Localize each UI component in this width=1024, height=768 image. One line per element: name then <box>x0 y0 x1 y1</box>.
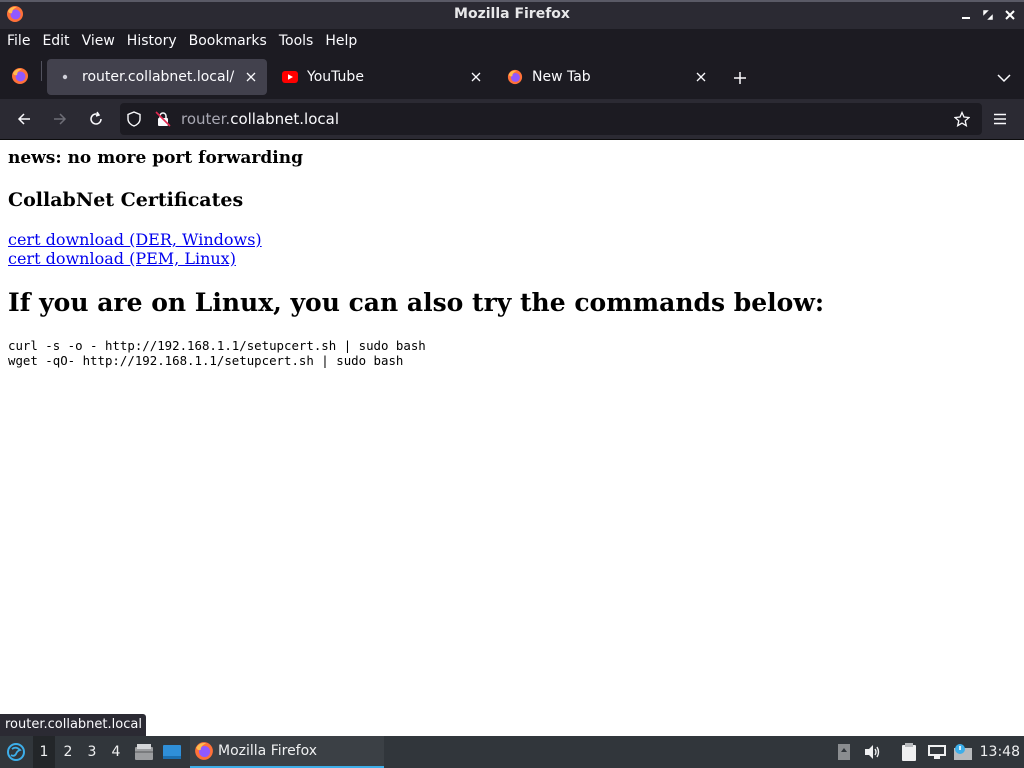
taskbar-task-firefox[interactable]: Mozilla Firefox <box>190 736 384 768</box>
arrow-right-icon <box>54 113 67 125</box>
tab-close-icon[interactable] <box>691 67 711 87</box>
tab-separator <box>41 61 42 81</box>
linux-commands-heading: If you are on Linux, you can also try th… <box>8 288 825 317</box>
chevron-down-icon <box>997 74 1011 83</box>
menu-help[interactable]: Help <box>319 29 363 53</box>
taskbar: 1 2 3 4 Mozilla Firefox 13:48 <box>0 736 1024 768</box>
news-heading: news: no more port forwarding <box>8 148 303 168</box>
der-windows-download-link[interactable]: cert download (DER, Windows) <box>8 230 262 249</box>
dot-icon <box>57 69 73 85</box>
minimize-icon[interactable] <box>958 7 974 23</box>
hamburger-icon <box>994 113 1006 125</box>
url-subdomain: router. <box>181 110 231 128</box>
tab-label: YouTube <box>307 69 364 85</box>
tab-new-tab[interactable]: New Tab <box>497 59 717 95</box>
star-icon[interactable] <box>954 111 970 127</box>
url-bar[interactable]: router.collabnet.local <box>120 103 982 135</box>
workspace-4[interactable]: 4 <box>105 736 127 768</box>
tab-router[interactable]: router.collabnet.local/ <box>47 59 267 95</box>
plus-icon <box>734 72 746 84</box>
url-domain: collabnet.local <box>230 110 340 128</box>
new-tab-button[interactable] <box>728 66 752 90</box>
back-button[interactable] <box>12 107 36 131</box>
clipboard-button[interactable] <box>898 736 920 768</box>
youtube-icon <box>282 69 298 85</box>
wget-command: wget -qO- http://192.168.1.1/setupcert.s… <box>8 353 404 368</box>
forward-button <box>48 107 72 131</box>
tray-scroll-button[interactable] <box>835 736 853 768</box>
update-icon <box>954 744 972 760</box>
navigation-toolbar: router.collabnet.local <box>0 99 1024 140</box>
network-icon <box>928 745 946 759</box>
distro-logo-icon <box>7 743 25 761</box>
maximize-icon[interactable] <box>980 7 996 23</box>
firefox-icon <box>507 69 523 85</box>
certificates-heading: CollabNet Certificates <box>8 189 244 211</box>
curl-command: curl -s -o - http://192.168.1.1/setupcer… <box>8 338 426 353</box>
clock[interactable]: 13:48 <box>980 736 1020 768</box>
list-all-tabs-button[interactable] <box>992 66 1016 90</box>
close-icon[interactable] <box>1002 7 1018 23</box>
menu-file[interactable]: File <box>1 29 36 53</box>
menu-bookmarks[interactable]: Bookmarks <box>183 29 273 53</box>
update-notifier-button[interactable] <box>952 736 974 768</box>
tab-label: router.collabnet.local/ <box>82 69 235 85</box>
window-controls <box>958 0 1018 29</box>
network-button[interactable] <box>926 736 948 768</box>
menu-view[interactable]: View <box>76 29 121 53</box>
firefox-view-button[interactable] <box>8 61 32 91</box>
task-label: Mozilla Firefox <box>218 743 318 759</box>
start-menu-button[interactable] <box>4 736 28 768</box>
url-text[interactable]: router.collabnet.local <box>181 103 339 135</box>
tab-youtube[interactable]: YouTube <box>272 59 492 95</box>
tab-close-icon[interactable] <box>241 67 261 87</box>
reload-icon <box>90 111 102 125</box>
menu-tools[interactable]: Tools <box>273 29 320 53</box>
file-manager-launcher[interactable] <box>133 736 155 768</box>
menu-history[interactable]: History <box>121 29 183 53</box>
arrow-left-icon <box>17 113 30 125</box>
pem-linux-download-link[interactable]: cert download (PEM, Linux) <box>8 249 236 268</box>
file-manager-icon <box>135 744 153 760</box>
window-title: Mozilla Firefox <box>454 6 570 22</box>
tray-arrow-icon <box>838 744 850 760</box>
page-content: news: no more port forwarding CollabNet … <box>0 140 1024 736</box>
window-titlebar: Mozilla Firefox <box>0 0 1024 29</box>
clipboard-icon <box>902 743 916 761</box>
workspace-3[interactable]: 3 <box>81 736 103 768</box>
firefox-icon <box>12 68 28 84</box>
volume-button[interactable] <box>861 736 883 768</box>
reload-button[interactable] <box>84 107 108 131</box>
tab-label: New Tab <box>532 69 591 85</box>
insecure-lock-icon[interactable] <box>155 111 171 127</box>
link-status-panel: router.collabnet.local <box>0 714 146 736</box>
menu-edit[interactable]: Edit <box>36 29 75 53</box>
app-menu-button[interactable] <box>988 107 1012 131</box>
firefox-icon <box>194 741 214 761</box>
speaker-icon <box>865 745 880 759</box>
workspace-2[interactable]: 2 <box>57 736 79 768</box>
shield-icon[interactable] <box>126 111 142 127</box>
desktop-icon <box>163 745 181 759</box>
show-desktop-button[interactable] <box>161 736 183 768</box>
menu-bar: File Edit View History Bookmarks Tools H… <box>0 29 1024 53</box>
tab-close-icon[interactable] <box>466 67 486 87</box>
workspace-1[interactable]: 1 <box>33 736 55 768</box>
